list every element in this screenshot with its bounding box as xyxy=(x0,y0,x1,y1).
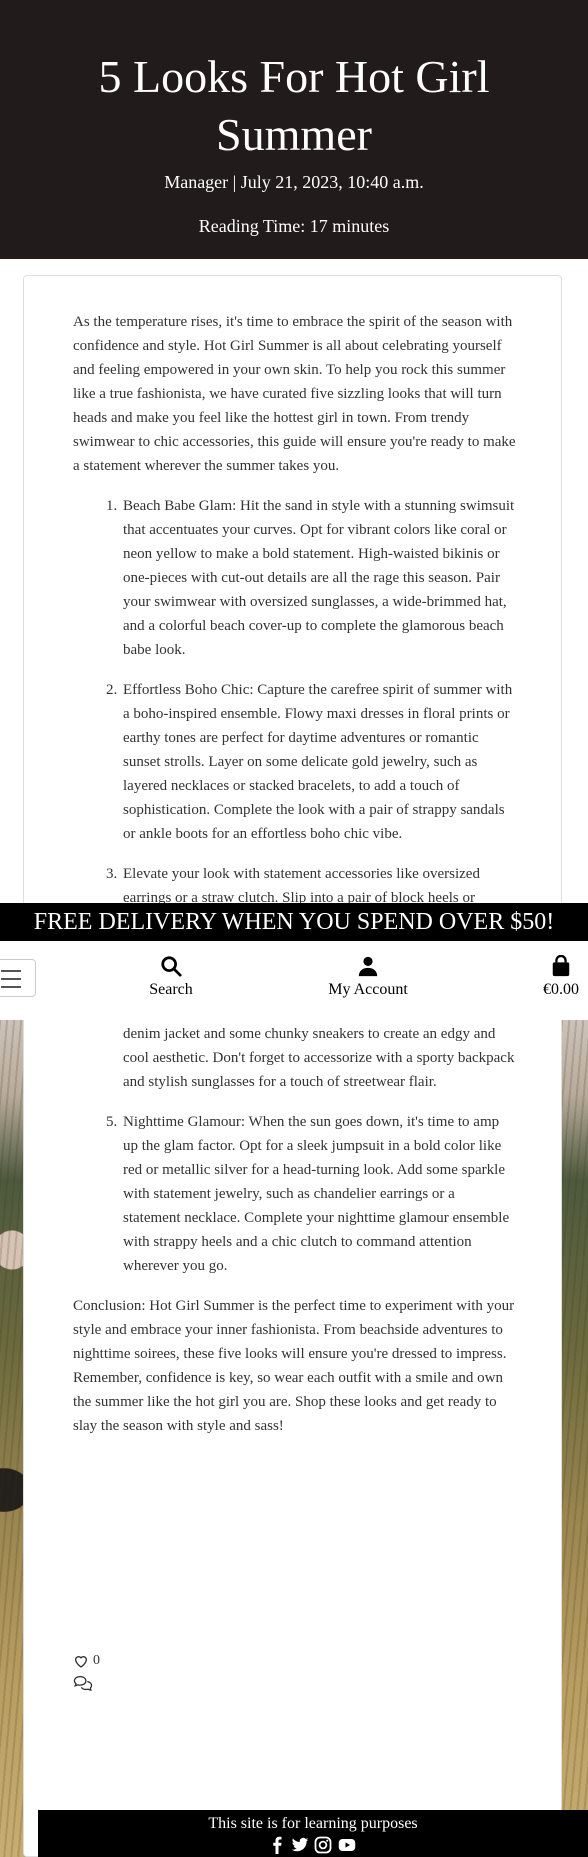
like-button[interactable]: 0 xyxy=(73,1650,100,1672)
post-header: 5 Looks For Hot Girl Summer Manager | Ju… xyxy=(0,0,588,259)
like-count: 0 xyxy=(93,1653,100,1668)
list-item: Effortless Boho Chic: Capture the carefr… xyxy=(121,678,516,846)
conclusion-paragraph: Conclusion: Hot Girl Summer is the perfe… xyxy=(73,1298,515,1434)
post-title: 5 Looks For Hot Girl Summer xyxy=(98,51,490,160)
search-icon xyxy=(161,956,182,977)
post-meta: Manager | July 21, 2023, 10:40 a.m. xyxy=(164,172,424,192)
post-body: As the temperature rises, it's time to e… xyxy=(73,310,516,1454)
menu-icon-bar xyxy=(1,978,21,980)
search-link[interactable]: Search xyxy=(143,955,199,999)
menu-icon-bar xyxy=(1,986,21,988)
free-delivery-banner: FREE DELIVERY WHEN YOU SPEND OVER $50! xyxy=(0,903,588,941)
comments-icon xyxy=(73,1675,93,1691)
account-label: My Account xyxy=(328,981,408,998)
instagram-icon[interactable] xyxy=(314,1836,332,1854)
shopping-bag-icon xyxy=(552,955,570,977)
list-item: Nighttime Glamour: When the sun goes dow… xyxy=(121,1110,516,1278)
main-navbar: Search My Account €0.00 xyxy=(0,941,588,1020)
looks-list: Beach Babe Glam: Hit the sand in style w… xyxy=(73,494,516,1278)
cart-link[interactable]: €0.00 xyxy=(538,955,584,999)
twitter-icon[interactable] xyxy=(290,1836,310,1854)
menu-toggle-button[interactable] xyxy=(0,959,36,997)
footer-text: This site is for learning purposes xyxy=(208,1815,418,1832)
menu-icon xyxy=(1,970,21,972)
site-footer: This site is for learning purposes xyxy=(38,1810,588,1857)
youtube-icon[interactable] xyxy=(336,1836,358,1854)
list-item: Beach Babe Glam: Hit the sand in style w… xyxy=(121,494,516,662)
social-links xyxy=(38,1836,588,1854)
post-actions: 0 xyxy=(73,1650,100,1694)
search-label: Search xyxy=(149,981,193,998)
comments-button[interactable] xyxy=(73,1672,100,1694)
intro-paragraph: As the temperature rises, it's time to e… xyxy=(73,314,516,474)
my-account-link[interactable]: My Account xyxy=(322,955,414,999)
facebook-icon[interactable] xyxy=(268,1836,286,1854)
cart-total: €0.00 xyxy=(543,981,579,998)
user-icon xyxy=(358,956,378,977)
heart-icon xyxy=(74,1656,88,1668)
reading-time: Reading Time: 17 minutes xyxy=(198,216,390,236)
